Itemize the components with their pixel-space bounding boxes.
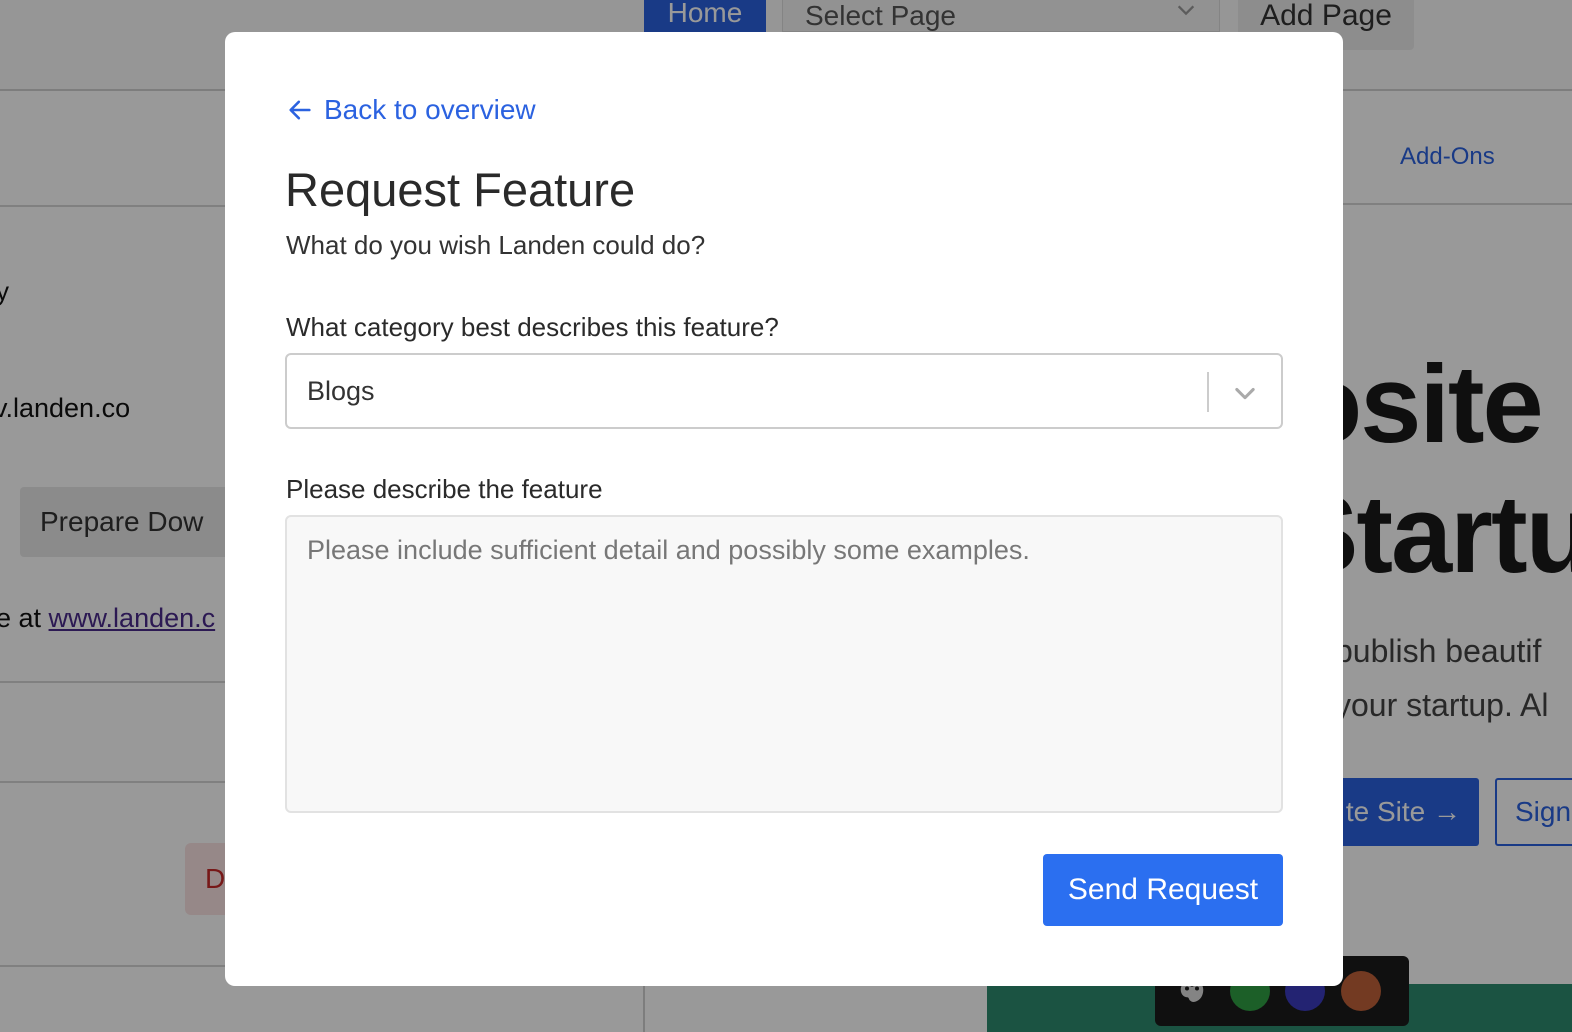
chevron-down-icon[interactable] [1231, 379, 1259, 407]
request-feature-modal: Back to overview Request Feature What do… [225, 32, 1343, 986]
arrow-left-icon [289, 100, 311, 120]
modal-title: Request Feature [285, 163, 636, 216]
back-link-label: Back to overview [324, 94, 536, 125]
modal-subtitle: What do you wish Landen could do? [286, 230, 706, 260]
category-select[interactable]: Blogs [285, 353, 1283, 429]
description-label: Please describe the feature [286, 474, 603, 504]
category-label: What category best describes this featur… [286, 312, 779, 342]
back-to-overview-link[interactable]: Back to overview [286, 94, 536, 126]
category-selected-value: Blogs [307, 376, 375, 406]
feature-description-textarea[interactable] [285, 515, 1283, 813]
send-request-button[interactable]: Send Request [1043, 854, 1283, 926]
select-divider [1207, 372, 1209, 412]
